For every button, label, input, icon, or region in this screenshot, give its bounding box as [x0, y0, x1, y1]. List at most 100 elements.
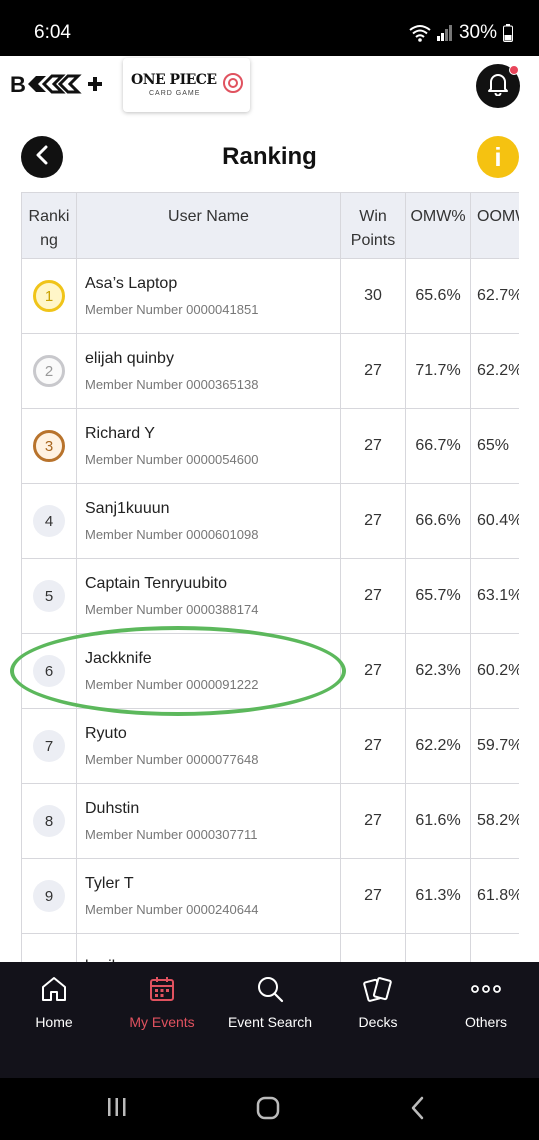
app-header: B ONE PIECE CARD GAME	[0, 56, 539, 120]
oomw-cell: 58.2%	[470, 784, 519, 858]
rank-badge: 5	[33, 580, 65, 612]
user-name: elijah quinby	[85, 350, 174, 367]
omw-cell	[405, 934, 470, 962]
info-icon: i	[494, 141, 502, 172]
home-icon	[0, 972, 108, 1006]
recent-apps-icon[interactable]	[106, 1096, 128, 1123]
nav-event-search[interactable]: Event Search	[216, 972, 324, 1030]
header-oomw: OOMW	[470, 193, 519, 258]
win-points-cell: 27	[340, 709, 405, 783]
table-row[interactable]: 4 Sanj1kuuun Member Number 0000601098 27 66.…	[21, 484, 519, 559]
table-row[interactable]: 9 Tyler T Member Number 0000240644 27 61.3% 6…	[21, 859, 519, 934]
win-points-cell: 27	[340, 859, 405, 933]
member-number: Member Number 0000041851	[85, 302, 259, 317]
back-system-icon[interactable]	[410, 1096, 426, 1125]
header-rank: Ranki ng	[21, 193, 76, 258]
user-name: Ryuto	[85, 725, 127, 742]
rank-cell: 6	[21, 634, 76, 708]
rank-badge: 6	[33, 655, 65, 687]
user-name: Sanj1kuuun	[85, 500, 170, 517]
member-number: Member Number 0000307711	[85, 827, 258, 842]
rank-cell: 1	[21, 259, 76, 333]
wifi-icon	[409, 24, 431, 42]
rank-badge: 3	[33, 430, 65, 462]
table-row[interactable]: 6 Jackknife Member Number 0000091222 27 62.3…	[21, 634, 519, 709]
table-header: Ranki ng User Name Win Points OMW% OOMW	[21, 192, 519, 259]
nav-others[interactable]: Others	[432, 972, 539, 1030]
win-points-cell	[340, 934, 405, 962]
table-row[interactable]: 5 Captain Tenryuubito Member Number 000038…	[21, 559, 519, 634]
member-number: Member Number 0000077648	[85, 752, 259, 767]
table-row[interactable]: 3 Richard Y Member Number 0000054600 27 66.7…	[21, 409, 519, 484]
header-username: User Name	[76, 193, 340, 258]
home-system-icon[interactable]	[256, 1096, 280, 1125]
one-piece-card-game-logo[interactable]: ONE PIECE CARD GAME	[123, 58, 250, 112]
table-row[interactable]: 8 Duhstin Member Number 0000307711 27 61.6% 5…	[21, 784, 519, 859]
nav-home[interactable]: Home	[0, 972, 108, 1030]
emblem-icon	[222, 72, 244, 99]
user-cell: Richard Y Member Number 0000054600	[76, 409, 340, 483]
bell-icon	[487, 72, 509, 101]
rank-cell: 9	[21, 859, 76, 933]
search-icon	[216, 972, 324, 1006]
user-name: Tyler T	[85, 875, 134, 892]
rank-cell	[21, 934, 76, 962]
rank-badge: 7	[33, 730, 65, 762]
member-number: Member Number 0000365138	[85, 377, 259, 392]
member-number: Member Number 0000601098	[85, 527, 259, 542]
nav-event-search-label: Event Search	[227, 1014, 313, 1030]
oomw-cell: 62.7%	[470, 259, 519, 333]
omw-cell: 71.7%	[405, 334, 470, 408]
rank-cell: 7	[21, 709, 76, 783]
rank-cell: 3	[21, 409, 76, 483]
cards-icon	[324, 972, 432, 1006]
omw-cell: 65.6%	[405, 259, 470, 333]
nav-decks[interactable]: Decks	[324, 972, 432, 1030]
user-cell: Tyler T Member Number 0000240644	[76, 859, 340, 933]
win-points-cell: 27	[340, 484, 405, 558]
rank-badge: 1	[33, 280, 65, 312]
game-logo-title: ONE PIECE	[131, 72, 217, 88]
status-time: 6:04	[34, 22, 71, 43]
user-name: Richard Y	[85, 425, 155, 442]
nav-my-events[interactable]: My Events	[108, 972, 216, 1030]
user-cell: elijah quinby Member Number 0000365138	[76, 334, 340, 408]
table-row[interactable]: breikur	[21, 934, 519, 962]
notification-button[interactable]	[476, 64, 520, 108]
battery-percent: 30%	[458, 22, 497, 43]
rank-badge: 2	[33, 355, 65, 387]
oomw-cell: 62.2%	[470, 334, 519, 408]
calendar-icon	[108, 972, 216, 1006]
system-navigation-bar	[0, 1078, 539, 1140]
win-points-cell: 27	[340, 634, 405, 708]
member-number: Member Number 0000054600	[85, 452, 259, 467]
win-points-cell: 27	[340, 334, 405, 408]
omw-cell: 62.3%	[405, 634, 470, 708]
omw-cell: 65.7%	[405, 559, 470, 633]
omw-cell: 61.3%	[405, 859, 470, 933]
more-icon	[432, 972, 539, 1006]
oomw-cell	[470, 934, 519, 962]
info-button[interactable]: i	[477, 136, 519, 178]
oomw-cell: 60.2%	[470, 634, 519, 708]
user-cell: Captain Tenryuubito Member Number 0000388…	[76, 559, 340, 633]
oomw-cell: 60.4%	[470, 484, 519, 558]
table-row[interactable]: 1 Asa’s Laptop Member Number 0000041851 30 6…	[21, 259, 519, 334]
rank-cell: 2	[21, 334, 76, 408]
omw-cell: 66.6%	[405, 484, 470, 558]
rank-badge: 8	[33, 805, 65, 837]
ranking-table[interactable]: Ranki ng User Name Win Points OMW% OOMW …	[21, 192, 519, 962]
status-icons: 30%	[409, 22, 513, 44]
user-cell: Asa’s Laptop Member Number 0000041851	[76, 259, 340, 333]
oomw-cell: 63.1%	[470, 559, 519, 633]
omw-cell: 62.2%	[405, 709, 470, 783]
user-name: Asa’s Laptop	[85, 275, 178, 292]
table-row[interactable]: 2 elijah quinby Member Number 0000365138 27…	[21, 334, 519, 409]
rank-cell: 5	[21, 559, 76, 633]
win-points-cell: 27	[340, 559, 405, 633]
omw-cell: 61.6%	[405, 784, 470, 858]
table-row[interactable]: 7 Ryuto Member Number 0000077648 27 62.2% 59.…	[21, 709, 519, 784]
oomw-cell: 61.8%	[470, 859, 519, 933]
oomw-cell: 59.7%	[470, 709, 519, 783]
page-title: Ranking	[222, 143, 317, 170]
